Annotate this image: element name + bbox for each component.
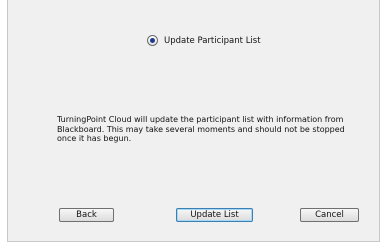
update-participant-list-option[interactable]: Update Participant List <box>147 34 261 47</box>
cancel-button[interactable]: Cancel <box>300 208 359 222</box>
back-button[interactable]: Back <box>59 208 114 222</box>
dialog-panel: Update Participant List TurningPoint Clo… <box>7 0 380 242</box>
radio-button[interactable] <box>147 35 158 46</box>
radio-selected-dot <box>150 38 155 43</box>
update-list-button[interactable]: Update List <box>176 208 253 222</box>
info-message: TurningPoint Cloud will update the parti… <box>57 115 345 143</box>
radio-label: Update Participant List <box>164 35 261 46</box>
